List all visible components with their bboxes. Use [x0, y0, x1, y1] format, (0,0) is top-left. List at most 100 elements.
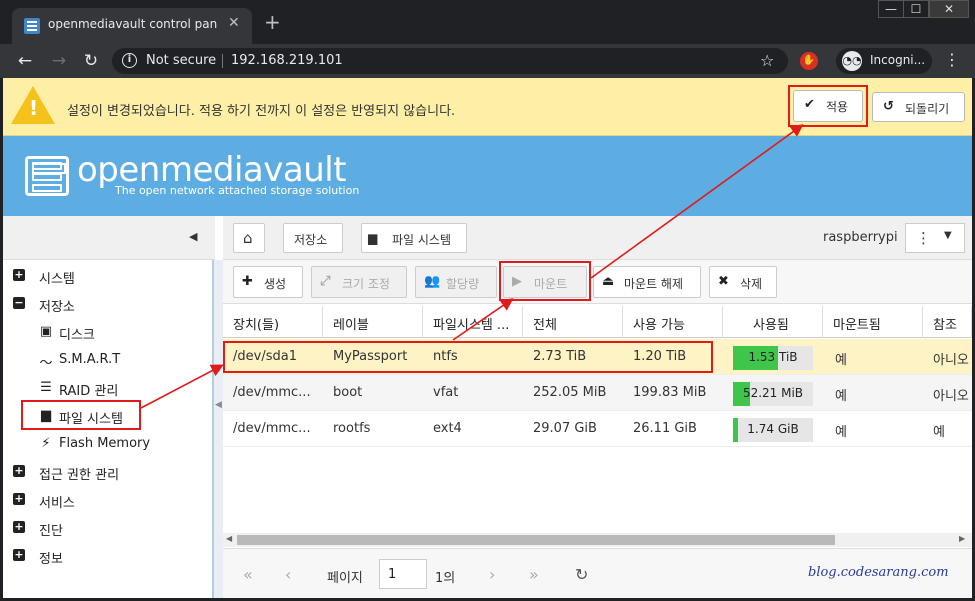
nav-label: RAID 관리 — [59, 384, 119, 399]
scrollbar-thumb[interactable] — [237, 535, 835, 545]
hostname: raspberrypi — [823, 230, 898, 245]
forward-arrow-icon[interactable]: → — [48, 50, 70, 72]
database-icon: ☰ — [40, 380, 52, 395]
nav-label: 서비스 — [39, 496, 75, 511]
chevron-down-icon: ▼ — [944, 230, 952, 241]
nav-item-flash-memory[interactable]: ⚡ Flash Memory — [3, 432, 203, 456]
sidebar-header: ◀ — [3, 216, 215, 260]
pagination-bar: « ‹ 페이지 1의 › » ↻ blog.codesarang.com — [223, 548, 972, 598]
reload-icon[interactable]: ↻ — [80, 50, 102, 72]
page-number-input[interactable] — [379, 559, 427, 589]
browser-tab[interactable]: openmediavault control panel - r ✕ — [12, 8, 252, 44]
collapse-sidebar-icon[interactable]: ◀ — [189, 230, 197, 243]
logo-subtitle: The open network attached storage soluti… — [115, 184, 360, 197]
horizontal-scrollbar[interactable]: ◀ ▶ — [223, 533, 972, 547]
quota-button[interactable]: 👥 할당량 — [415, 266, 497, 298]
breadcrumb-filesystems[interactable]: ▆ 파일 시스템 — [361, 223, 467, 253]
column-header-total[interactable]: 전체 — [523, 306, 623, 338]
nav-item-access-rights[interactable]: + 접근 권한 관리 — [3, 460, 203, 484]
home-icon: ⌂ — [243, 229, 253, 247]
omv-header: openmediavault The open network attached… — [3, 136, 972, 216]
window-close-icon[interactable]: ✕ — [929, 0, 969, 18]
resize-button[interactable]: ⤢ 크기 조정 — [311, 266, 407, 298]
quota-label: 할당량 — [446, 277, 480, 291]
cell-available: 199.83 MiB — [633, 385, 707, 400]
table-row[interactable]: /dev/mmc... boot vfat 252.05 MiB 199.83 … — [223, 375, 972, 411]
host-menu-button[interactable]: ⋮ ▼ — [905, 223, 965, 253]
cell-referenced: 아니오 — [933, 353, 969, 368]
tab-close-icon[interactable]: ✕ — [228, 15, 240, 31]
collapse-icon[interactable]: − — [13, 297, 25, 309]
column-header-label[interactable]: 레이블 — [323, 306, 423, 338]
first-page-icon[interactable]: « — [243, 565, 253, 584]
delete-button[interactable]: ✖ 삭제 — [709, 266, 777, 298]
nav-item-disks[interactable]: ▣ 디스크 — [3, 320, 203, 344]
page-count-label: 1의 — [435, 571, 456, 586]
expand-icon[interactable]: + — [13, 549, 25, 561]
logo-drive-bar — [32, 162, 62, 170]
delete-x-icon: ✖ — [718, 274, 729, 289]
browser-menu-icon[interactable]: ⋮ — [944, 50, 960, 69]
column-header-available[interactable]: 사용 가능 — [623, 306, 723, 338]
column-header-mounted[interactable]: 마운트됨 — [823, 306, 923, 338]
breadcrumb-home[interactable]: ⌂ — [233, 223, 265, 253]
nav-item-raid[interactable]: ☰ RAID 관리 — [3, 376, 203, 400]
nav-item-smart[interactable]: 〜 S.M.A.R.T — [3, 348, 203, 372]
filesystems-highlight-box — [21, 400, 141, 430]
cell-label: boot — [333, 385, 363, 400]
expand-icon[interactable]: + — [13, 465, 25, 477]
address-bar[interactable]: i Not secure 192.168.219.101 ☆ — [112, 48, 788, 74]
revert-label: 되돌리기 — [905, 102, 950, 116]
kebab-menu-icon: ⋮ — [916, 229, 931, 247]
create-button[interactable]: ✚ 생성 — [233, 266, 303, 298]
info-icon[interactable]: i — [122, 53, 137, 68]
breadcrumb: ⌂ 저장소 ▆ 파일 시스템 raspberrypi ⋮ ▼ — [223, 216, 972, 260]
refresh-icon[interactable]: ↻ — [575, 565, 588, 584]
expand-icon[interactable]: + — [13, 493, 25, 505]
revert-button[interactable]: ↺ 되돌리기 — [872, 92, 965, 122]
column-header-referenced[interactable]: 참조 — [923, 306, 972, 338]
column-header-filesystem[interactable]: 파일시스템 ... — [423, 306, 523, 338]
usage-bar-text: 1.53 TiB — [748, 350, 798, 364]
last-page-icon[interactable]: » — [529, 565, 539, 584]
table-row[interactable]: /dev/mmc... rootfs ext4 29.07 GiB 26.11 … — [223, 411, 972, 447]
splitter-collapse-icon[interactable]: ◀ — [215, 400, 222, 410]
nav-item-storage[interactable]: − 저장소 — [3, 292, 203, 316]
column-header-devices[interactable]: 장치(들) — [223, 306, 323, 338]
logo-drive-bar — [32, 184, 62, 192]
pulse-icon: 〜 — [39, 356, 53, 371]
logo-drive-bar — [32, 173, 62, 181]
usage-bar: 1.74 GiB — [733, 418, 813, 442]
resize-label: 크기 조정 — [342, 277, 390, 291]
nav-item-information[interactable]: + 정보 — [3, 544, 203, 568]
expand-icon[interactable]: + — [13, 521, 25, 533]
nav-label: 저장소 — [39, 300, 75, 315]
back-arrow-icon[interactable]: ← — [14, 50, 36, 72]
maximize-icon[interactable]: ☐ — [903, 0, 929, 18]
nav-label: 진단 — [39, 524, 63, 539]
breadcrumb-storage[interactable]: 저장소 — [283, 223, 343, 253]
scroll-left-icon[interactable]: ◀ — [226, 534, 232, 543]
expand-icon[interactable]: + — [13, 269, 25, 281]
usage-bar: 1.53 TiB — [733, 346, 813, 370]
incognito-profile-button[interactable]: ◔◔ Incogni... — [836, 48, 932, 74]
nav-item-diagnostics[interactable]: + 진단 — [3, 516, 203, 540]
nav-item-system[interactable]: + 시스템 — [3, 264, 203, 288]
nav-item-services[interactable]: + 서비스 — [3, 488, 203, 512]
column-header-used[interactable]: 사용됨 — [723, 306, 823, 338]
cell-referenced: 예 — [933, 425, 945, 440]
eject-icon: ⏏ — [602, 274, 615, 289]
unmount-button[interactable]: ⏏ 마운트 해제 — [593, 266, 701, 298]
url-text[interactable]: 192.168.219.101 — [231, 53, 343, 68]
next-page-icon[interactable]: › — [489, 565, 495, 584]
cell-filesystem: ext4 — [433, 421, 462, 436]
scroll-right-icon[interactable]: ▶ — [959, 534, 965, 543]
expand-arrows-icon: ⤢ — [320, 274, 331, 289]
extension-hand-icon[interactable]: ✋ — [800, 52, 818, 70]
panel-splitter[interactable] — [213, 260, 223, 598]
bookmark-star-icon[interactable]: ☆ — [760, 51, 774, 70]
new-tab-icon[interactable]: + — [264, 12, 281, 32]
minimize-icon[interactable]: — — [878, 0, 904, 18]
omv-favicon-icon — [24, 18, 40, 34]
prev-page-icon[interactable]: ‹ — [285, 565, 291, 584]
